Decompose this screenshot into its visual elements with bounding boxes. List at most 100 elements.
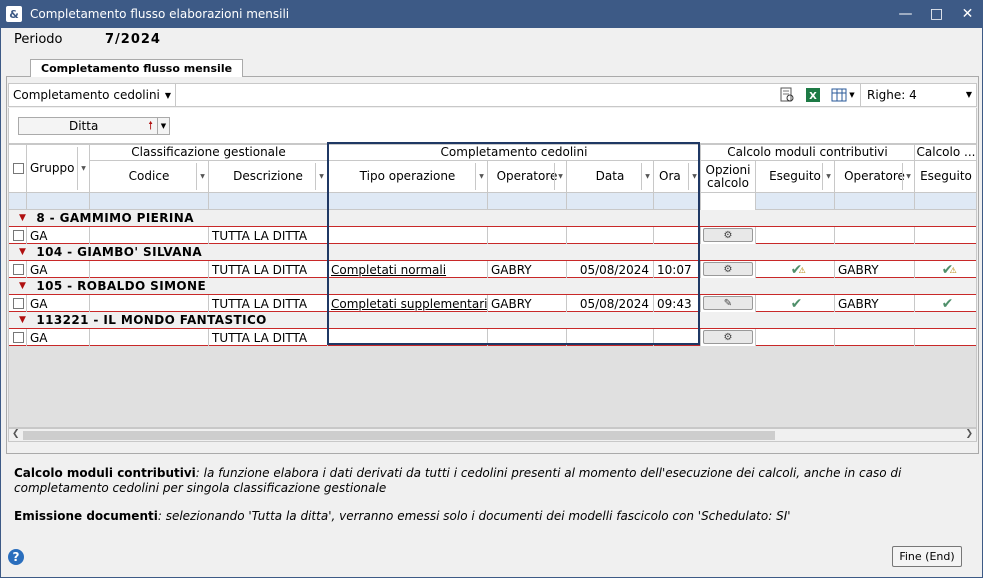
filter-dropdown-icon[interactable]: ▼	[688, 163, 700, 190]
cell-value: 10:07	[657, 262, 692, 277]
tipo-operazione-link[interactable]: Completati normali	[331, 263, 446, 277]
minimize-icon[interactable]: —	[890, 0, 921, 28]
col-descrizione[interactable]: Descrizione ▼	[209, 161, 328, 193]
horizontal-scrollbar[interactable]: ❮ ❯	[8, 428, 977, 442]
row-checkbox[interactable]	[13, 264, 24, 275]
col-eseguito[interactable]: Eseguito ▼	[756, 161, 835, 193]
eraser-icon: ✎	[723, 297, 733, 309]
fine-button[interactable]: Fine (End)	[892, 546, 962, 567]
collapse-arrow-icon[interactable]: ▼	[19, 281, 26, 291]
row-checkbox[interactable]	[13, 332, 24, 343]
filter-dropdown-icon[interactable]: ▼	[315, 163, 327, 190]
col-operatore-calcolo[interactable]: Operatore ▼	[835, 161, 915, 193]
cell-descrizione: TUTTA LA DITTA	[209, 227, 328, 244]
cell-value: GABRY	[838, 296, 879, 311]
col-data[interactable]: Data ▼	[567, 161, 654, 193]
table-row[interactable]: GA TUTTA LA DITTA ⚙	[9, 329, 976, 346]
view-selector[interactable]: Completamento cedolini ▼	[9, 84, 177, 106]
group-title: 8 - GAMMIMO PIERINA	[36, 211, 194, 225]
warning-icon: ⚠	[949, 265, 957, 275]
opzioni-calcolo-button[interactable]: ✎	[703, 296, 753, 310]
col-ora[interactable]: Ora ▼	[654, 161, 701, 193]
opzioni-calcolo-button[interactable]: ⚙	[703, 330, 753, 344]
cell-eseguito	[756, 227, 835, 244]
group-row[interactable]: ▼ 8 - GAMMIMO PIERINA	[9, 210, 976, 227]
row-checkbox[interactable]	[13, 230, 24, 241]
chevron-down-icon: ▼	[965, 90, 972, 99]
window-title: Completamento flusso elaborazioni mensil…	[30, 7, 290, 21]
cell-codice	[90, 261, 209, 278]
scrollbar-thumb[interactable]	[23, 431, 775, 440]
select-all-header[interactable]	[9, 145, 27, 193]
table-row[interactable]: GA TUTTA LA DITTA Completati normali GABRY 0…	[9, 261, 976, 278]
tipo-operazione-link[interactable]: Completati supplementari	[331, 297, 487, 311]
scroll-right-icon[interactable]: ❯	[965, 429, 973, 439]
col-tipo-operazione[interactable]: Tipo operazione ▼	[328, 161, 488, 193]
cell-eseguito: ✔	[756, 295, 835, 312]
col-gruppo[interactable]: Gruppo ▼	[27, 145, 90, 193]
filter-dropdown-icon[interactable]: ▼	[902, 163, 914, 190]
cell-descrizione: TUTTA LA DITTA	[209, 295, 328, 312]
cell-eseguito2	[915, 227, 976, 244]
cell-descrizione: TUTTA LA DITTA	[209, 261, 328, 278]
opzioni-calcolo-button[interactable]: ⚙	[703, 262, 753, 276]
gear-icon: ⚙	[723, 229, 733, 241]
cell-value: GA	[30, 330, 48, 345]
filter-dropdown-icon[interactable]: ▼	[196, 163, 208, 190]
select-all-checkbox[interactable]	[12, 163, 24, 174]
cell-operatore2: GABRY	[835, 261, 915, 278]
table-row[interactable]: GA TUTTA LA DITTA Completati supplementari…	[9, 295, 976, 312]
maximize-icon[interactable]: □	[921, 0, 952, 28]
cell-ora	[654, 227, 701, 244]
cell-operatore: GABRY	[488, 295, 567, 312]
note-emissione-title: Emissione documenti	[14, 509, 158, 523]
cell-ora: 10:07	[654, 261, 701, 278]
group-by-ditta[interactable]: Ditta 🠕 ▼	[18, 117, 170, 135]
filter-dropdown-icon[interactable]: ▼	[77, 147, 89, 190]
sort-ascending-icon[interactable]: 🠕	[148, 117, 153, 136]
cell-eseguito2	[915, 329, 976, 346]
print-preview-icon[interactable]	[776, 86, 798, 104]
grid-toolbar: Completamento cedolini ▼ X ▼ Righe: 4 ▼	[8, 83, 977, 107]
check-icon: ✔ ⚠	[941, 261, 957, 278]
close-icon[interactable]: ✕	[952, 0, 983, 28]
scroll-left-icon[interactable]: ❮	[12, 429, 20, 439]
group-field-label: Ditta	[68, 119, 99, 133]
check-icon: ✔	[941, 295, 954, 312]
collapse-arrow-icon[interactable]: ▼	[19, 247, 26, 257]
col-codice[interactable]: Codice ▼	[90, 161, 209, 193]
cell-codice	[90, 329, 209, 346]
righe-selector[interactable]: Righe: 4 ▼	[860, 84, 976, 106]
collapse-arrow-icon[interactable]: ▼	[19, 213, 26, 223]
column-settings-icon[interactable]: ▼	[828, 86, 858, 104]
cell-gruppo: GA	[27, 261, 90, 278]
group-row[interactable]: ▼ 104 - GIAMBO' SILVANA	[9, 244, 976, 261]
group-row[interactable]: ▼ 105 - ROBALDO SIMONE	[9, 278, 976, 295]
col-eseguito-2[interactable]: Eseguito	[915, 161, 976, 193]
cell-tipo	[328, 227, 488, 244]
cell-ora	[654, 329, 701, 346]
filter-dropdown-icon[interactable]: ▼	[157, 118, 169, 134]
collapse-arrow-icon[interactable]: ▼	[19, 315, 26, 325]
table-row[interactable]: GA TUTTA LA DITTA ⚙	[9, 227, 976, 244]
cell-value: TUTTA LA DITTA	[212, 296, 308, 311]
filter-dropdown-icon[interactable]: ▼	[554, 163, 566, 190]
row-checkbox[interactable]	[13, 298, 24, 309]
app-icon: &	[6, 6, 22, 22]
opzioni-calcolo-button[interactable]: ⚙	[703, 228, 753, 242]
filter-dropdown-icon[interactable]: ▼	[822, 163, 834, 190]
tab-completamento-flusso[interactable]: Completamento flusso mensile	[30, 59, 244, 77]
help-icon[interactable]: ?	[8, 549, 24, 565]
row-checkbox-cell	[9, 227, 27, 244]
cell-value: GABRY	[491, 296, 532, 311]
filter-dropdown-icon[interactable]: ▼	[641, 163, 653, 190]
data-grid: Gruppo ▼ Classificazione gestionale Codic…	[8, 144, 977, 428]
filter-row[interactable]	[9, 193, 976, 210]
gear-icon: ⚙	[723, 263, 733, 275]
cell-operatore	[488, 329, 567, 346]
excel-export-icon[interactable]: X	[802, 86, 824, 104]
cell-codice	[90, 227, 209, 244]
group-row[interactable]: ▼ 113221 - IL MONDO FANTASTICO	[9, 312, 976, 329]
filter-dropdown-icon[interactable]: ▼	[475, 163, 487, 190]
col-operatore[interactable]: Operatore ▼	[488, 161, 567, 193]
